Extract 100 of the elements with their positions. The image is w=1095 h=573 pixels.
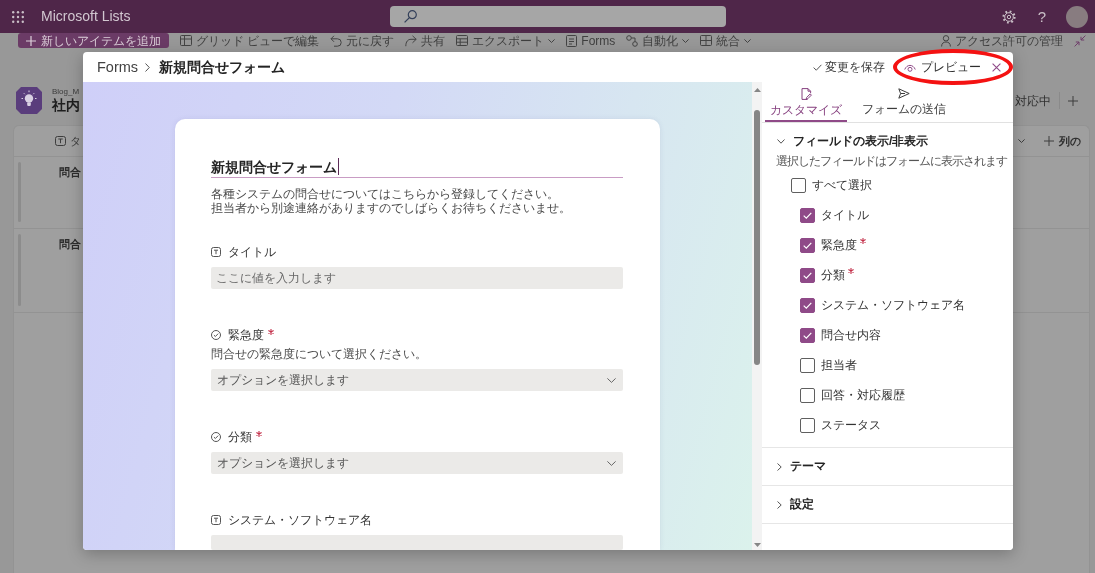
collapse-icon[interactable] bbox=[1074, 34, 1086, 47]
toolbar-button[interactable]: エクスポート bbox=[456, 33, 556, 48]
field-name: 分類 bbox=[821, 268, 845, 282]
section-header[interactable]: フィールドの表示/非表示 bbox=[777, 133, 929, 149]
field-label: 緊急度 bbox=[228, 328, 264, 342]
input-field[interactable] bbox=[211, 535, 623, 550]
toolbar-button[interactable]: アクセス許可の管理 bbox=[941, 33, 1063, 48]
settings-icon[interactable] bbox=[1001, 9, 1016, 24]
title-field[interactable]: 新規問合せフォーム bbox=[211, 158, 623, 178]
row-title: 問合 bbox=[59, 166, 81, 179]
search-field[interactable] bbox=[390, 6, 726, 27]
toolbar-button[interactable]: Forms bbox=[566, 33, 616, 48]
form-icon bbox=[566, 34, 578, 47]
scroll-down-icon bbox=[753, 543, 761, 547]
close-button[interactable] bbox=[992, 62, 1001, 72]
app-title: Microsoft Lists bbox=[41, 8, 131, 25]
toolbar-button[interactable]: グリッド ビューで編集 bbox=[180, 33, 320, 48]
toolbar-button[interactable]: 統合 bbox=[700, 33, 752, 48]
spreadsheet-icon bbox=[456, 35, 469, 46]
checkbox[interactable] bbox=[800, 357, 815, 373]
help-button[interactable]: ? bbox=[1037, 7, 1046, 26]
tab[interactable]: カスタマイズ bbox=[765, 86, 847, 122]
dropdown[interactable]: オプションを選択します bbox=[211, 452, 623, 474]
checkmark-icon bbox=[803, 211, 812, 219]
new-item-button[interactable]: 新しいアイテムを追加 bbox=[18, 33, 169, 48]
send-icon bbox=[898, 88, 910, 99]
field-description: 問合せの緊急度について選択ください。 bbox=[211, 347, 427, 361]
field-name: タイトル bbox=[821, 208, 869, 222]
field-name: 緊急度 bbox=[821, 238, 857, 252]
add-view-icon[interactable] bbox=[1068, 95, 1078, 106]
list-title: 社内 bbox=[52, 97, 80, 114]
checkbox[interactable] bbox=[800, 297, 815, 313]
checkbox[interactable] bbox=[800, 267, 815, 283]
field-label: 分類 bbox=[228, 430, 252, 444]
form-description: 担当者から別途連絡がありますのでしばらくお待ちくださいませ。 bbox=[211, 201, 571, 215]
chevron-down-icon bbox=[607, 377, 616, 383]
text-field-icon bbox=[211, 515, 221, 525]
checkbox[interactable] bbox=[800, 237, 815, 253]
eye-icon bbox=[904, 62, 916, 72]
field-name: システム・ソフトウェア名 bbox=[821, 298, 965, 312]
add-column-button[interactable]: 列の bbox=[1044, 134, 1081, 148]
save-button[interactable]: 変更を保存 bbox=[813, 60, 885, 74]
avatar[interactable] bbox=[1066, 5, 1088, 28]
preview-button[interactable]: プレビュー bbox=[904, 60, 981, 74]
field-name: 担当者 bbox=[821, 358, 857, 372]
field-name: 回答・対応履歴 bbox=[821, 388, 905, 402]
column-header[interactable]: タ bbox=[70, 134, 81, 148]
site-name: Blog_M bbox=[52, 87, 80, 97]
close-icon bbox=[992, 62, 1001, 72]
checkbox[interactable] bbox=[800, 417, 815, 433]
chevron-right-icon bbox=[145, 62, 151, 72]
form-description: 各種システムの問合せについてはこちらから登録してください。 bbox=[211, 187, 559, 201]
choice-icon bbox=[211, 330, 221, 340]
checkbox[interactable] bbox=[800, 387, 815, 403]
dialog-title: 新規問合せフォーム bbox=[159, 58, 286, 76]
text-field-icon bbox=[211, 247, 221, 257]
input-field[interactable]: ここに値を入力します bbox=[211, 267, 623, 289]
checkbox[interactable] bbox=[791, 177, 806, 193]
toolbar-button[interactable]: 元に戻す bbox=[330, 33, 395, 48]
field-name: 問合せ内容 bbox=[821, 328, 881, 342]
text-cursor bbox=[338, 158, 339, 175]
person-icon bbox=[941, 34, 951, 47]
checkmark-icon bbox=[803, 241, 812, 249]
scroll-up-icon bbox=[753, 88, 761, 92]
undo-icon bbox=[330, 34, 343, 47]
checkmark-icon bbox=[803, 271, 812, 279]
tab[interactable]: フォームの送信 bbox=[857, 86, 951, 122]
view-tab[interactable]: 対応中 bbox=[1015, 93, 1051, 108]
toolbar-button[interactable]: 自動化 bbox=[626, 33, 690, 48]
checkmark-icon bbox=[803, 301, 812, 309]
share-icon bbox=[405, 34, 418, 47]
row-title: 問合 bbox=[59, 238, 81, 251]
lightbulb-icon bbox=[16, 87, 42, 114]
flow-icon bbox=[626, 34, 639, 47]
search-icon bbox=[404, 10, 417, 23]
scrollbar-thumb[interactable] bbox=[754, 110, 760, 365]
section-header[interactable]: 設定 bbox=[777, 496, 814, 513]
checkbox[interactable] bbox=[800, 207, 815, 223]
chevron-down-icon[interactable] bbox=[1018, 139, 1025, 143]
plus-icon bbox=[1044, 136, 1054, 146]
text-field-icon bbox=[55, 136, 66, 146]
field-label: システム・ソフトウェア名 bbox=[228, 513, 372, 527]
field-label: タイトル bbox=[228, 245, 276, 259]
breadcrumb-link[interactable]: Forms bbox=[97, 58, 139, 76]
checkbox[interactable] bbox=[800, 327, 815, 343]
section-hint: 選択したフィールドはフォームに表示されます bbox=[776, 155, 1007, 168]
grid-icon bbox=[700, 35, 713, 46]
toolbar-button[interactable]: 共有 bbox=[405, 33, 446, 48]
app-launcher-icon[interactable] bbox=[12, 10, 24, 23]
checkmark-icon bbox=[803, 331, 812, 339]
choice-icon bbox=[211, 432, 221, 442]
field-name: すべて選択 bbox=[812, 178, 872, 192]
checkmark-icon bbox=[813, 63, 822, 71]
section-header[interactable]: テーマ bbox=[777, 458, 826, 475]
edit-document-icon bbox=[800, 88, 812, 100]
dropdown[interactable]: オプションを選択します bbox=[211, 369, 623, 391]
scrollbar[interactable] bbox=[752, 82, 762, 550]
plus-icon bbox=[26, 35, 36, 46]
field-name: ステータス bbox=[821, 418, 881, 432]
chevron-down-icon bbox=[607, 460, 616, 466]
